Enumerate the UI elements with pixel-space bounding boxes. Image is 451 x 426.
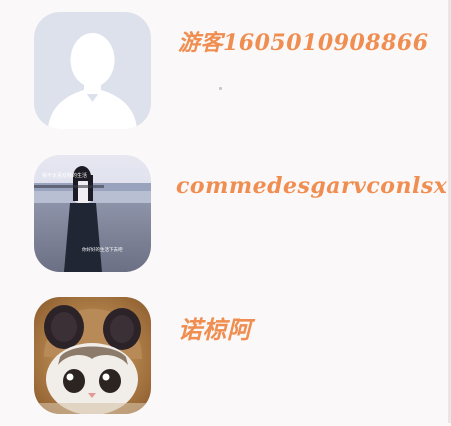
user-list: 游客1605010908866 我不太喜欢我的生活 你好好的生活下去吧 comm… bbox=[0, 0, 448, 423]
avatar[interactable]: 我不太喜欢我的生活 你好好的生活下去吧 bbox=[34, 155, 151, 272]
default-user-icon bbox=[34, 12, 151, 129]
avatar[interactable] bbox=[34, 297, 151, 414]
avatar[interactable] bbox=[34, 12, 151, 129]
girl-seaside-photo: 我不太喜欢我的生活 你好好的生活下去吧 bbox=[34, 155, 151, 272]
user-name: 游客1605010908866 bbox=[178, 30, 429, 56]
user-name: 诺椋阿 bbox=[178, 315, 252, 344]
user-list-item[interactable]: 诺椋阿 bbox=[0, 286, 448, 426]
photo-caption: 你好好的生活下去吧 bbox=[82, 246, 123, 253]
cat-photo bbox=[34, 297, 151, 414]
separator-dot bbox=[219, 87, 222, 90]
user-list-item[interactable]: 我不太喜欢我的生活 你好好的生活下去吧 commedesgarvconlsx bbox=[0, 144, 448, 284]
user-name: commedesgarvconlsx bbox=[176, 173, 448, 199]
photo-caption: 我不太喜欢我的生活 bbox=[42, 172, 87, 179]
user-list-item[interactable]: 游客1605010908866 bbox=[0, 0, 448, 140]
